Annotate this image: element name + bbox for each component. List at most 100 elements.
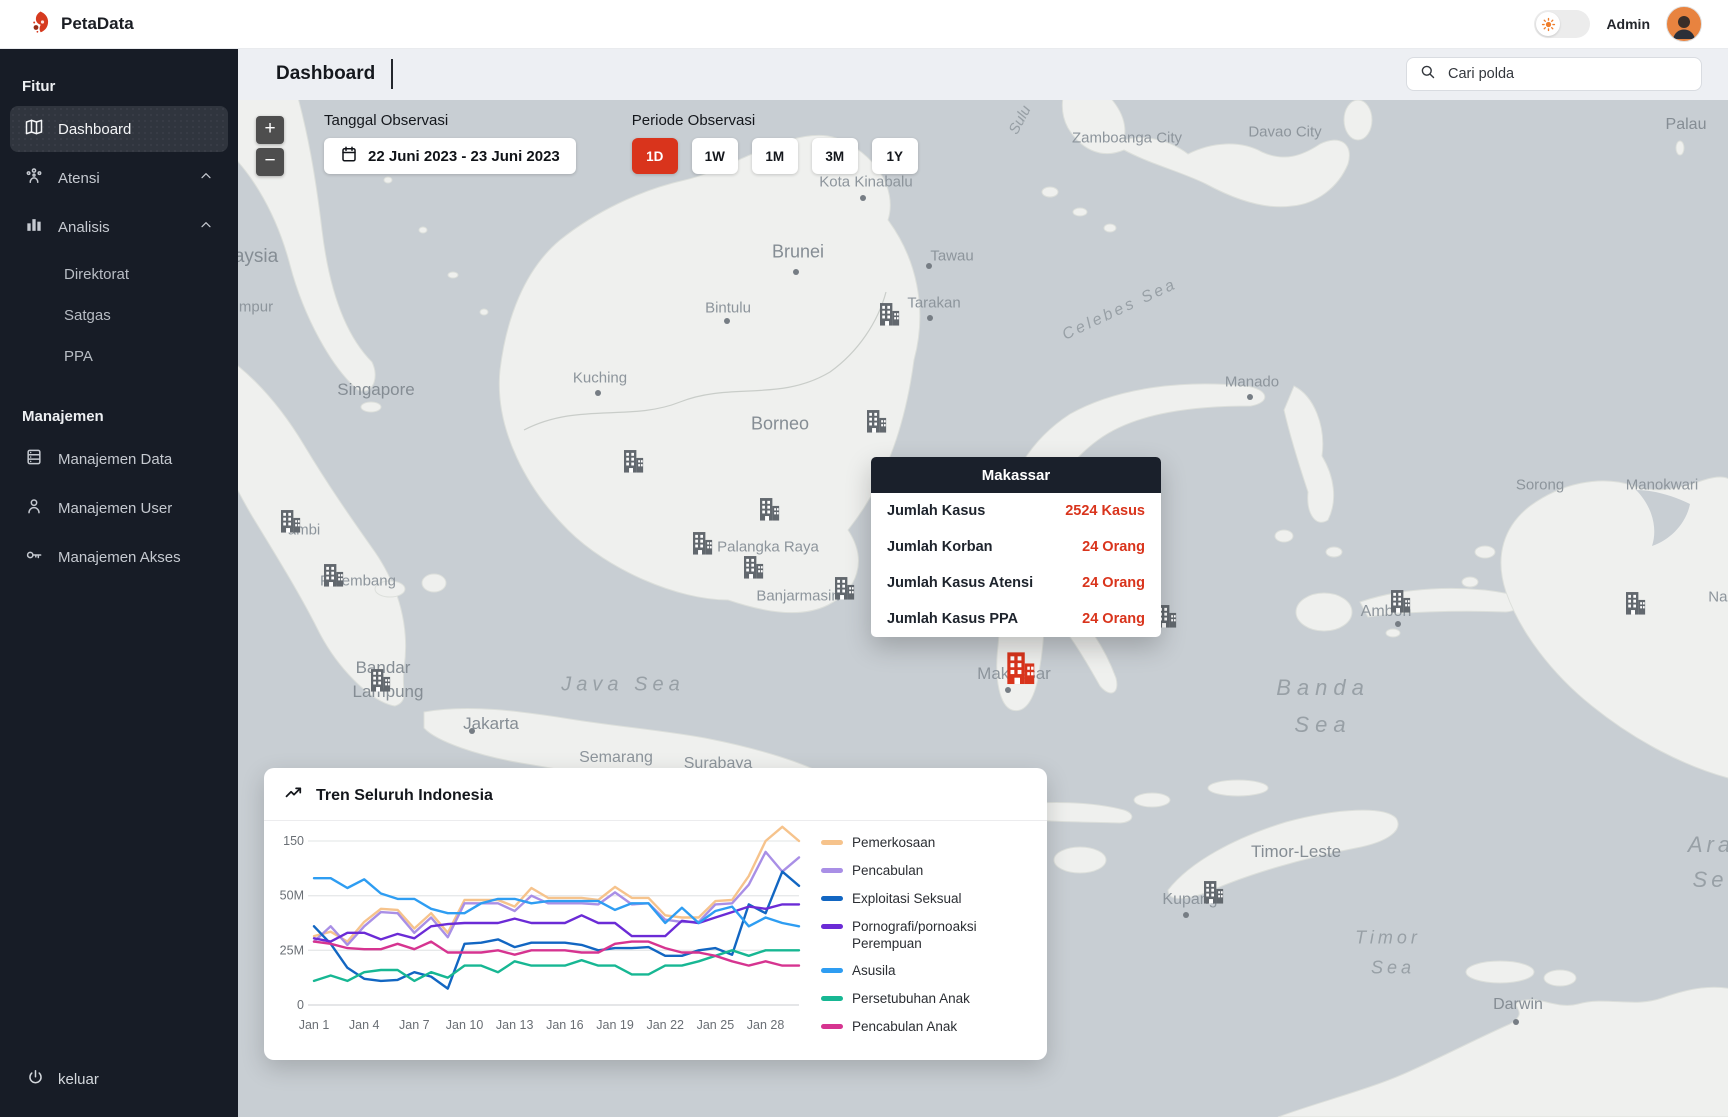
map-label-araf: Araf xyxy=(1688,832,1728,858)
map-label-timor: Timor xyxy=(1355,928,1421,949)
chevron-up-icon[interactable] xyxy=(198,217,214,237)
map-label-sea: Sea xyxy=(1294,712,1351,738)
user-name[interactable]: Admin xyxy=(1606,16,1650,32)
search-input[interactable] xyxy=(1446,65,1670,83)
sub-header: Dashboard xyxy=(238,48,1728,100)
map-label-kuching: Kuching xyxy=(573,370,627,387)
sidebar-item-dashboard[interactable]: Dashboard xyxy=(10,106,228,152)
map-city-dot xyxy=(595,390,601,396)
map-marker-building[interactable] xyxy=(277,508,304,540)
map-marker-building[interactable] xyxy=(689,530,716,562)
period-button-3m[interactable]: 3M xyxy=(812,138,858,174)
sidebar-item-label: Manajemen Akses xyxy=(58,549,181,566)
y-axis-tick: 0 xyxy=(297,998,304,1012)
map-marker-building[interactable] xyxy=(1387,588,1414,620)
legend-swatch xyxy=(821,924,843,929)
map-city-dot xyxy=(927,315,933,321)
legend-item-exploitasi-seksual: Exploitasi Seksual xyxy=(821,891,1021,908)
map-marker-building[interactable] xyxy=(320,562,347,594)
tooltip-row-value: 24 Orang xyxy=(1082,611,1145,627)
map-label-banda: Banda xyxy=(1276,675,1370,701)
logout-button[interactable]: keluar xyxy=(0,1054,238,1117)
map-marker-building[interactable] xyxy=(1200,879,1227,911)
tooltip-row-value: 2524 Kasus xyxy=(1065,503,1145,519)
date-range-value: 22 Juni 2023 - 23 Juni 2023 xyxy=(368,148,560,165)
x-axis-tick: Jan 10 xyxy=(446,1018,484,1032)
tooltip-row-label: Jumlah Korban xyxy=(887,539,993,555)
sidebar-item-atensi[interactable]: Atensi xyxy=(10,155,228,201)
map-label-mpur: mpur xyxy=(239,299,273,316)
sidebar-item-label: Dashboard xyxy=(58,121,131,138)
map-marker-building-red[interactable] xyxy=(1001,649,1039,692)
tooltip-row-label: Jumlah Kasus Atensi xyxy=(887,575,1033,591)
sidebar-nav-management: Manajemen Data Manajemen User Manajemen Ak… xyxy=(0,433,238,583)
map-marker-building[interactable] xyxy=(1622,590,1649,622)
search-icon xyxy=(1419,63,1436,85)
avatar[interactable] xyxy=(1666,6,1702,42)
key-icon xyxy=(24,545,44,569)
map-canvas[interactable]: SuluZamboanga CityDavao CityPalauKota Ki… xyxy=(238,100,1728,1117)
map-label-brunei: Brunei xyxy=(772,242,824,263)
date-range-picker[interactable]: 22 Juni 2023 - 23 Juni 2023 xyxy=(324,138,576,174)
x-axis-tick: Jan 7 xyxy=(399,1018,430,1032)
sidebar-item-manajemen-data[interactable]: Manajemen Data xyxy=(10,436,228,482)
zoom-in-button[interactable]: + xyxy=(256,116,284,144)
date-filter-label: Tanggal Observasi xyxy=(324,112,576,129)
sidebar-item-manajemen-user[interactable]: Manajemen User xyxy=(10,485,228,531)
tooltip-row-label: Jumlah Kasus PPA xyxy=(887,611,1018,627)
period-buttons: 1D 1W 1M 3M 1Y xyxy=(632,138,918,174)
map-marker-building[interactable] xyxy=(863,408,890,440)
period-button-1d[interactable]: 1D xyxy=(632,138,678,174)
x-axis-tick: Jan 19 xyxy=(596,1018,634,1032)
sidebar-subitem-ppa[interactable]: PPA xyxy=(10,337,228,376)
power-icon xyxy=(26,1068,45,1091)
map-label-sorong: Sorong xyxy=(1516,477,1564,494)
map-city-dot xyxy=(469,728,475,734)
map-marker-building[interactable] xyxy=(367,667,394,699)
map-label-palau: Palau xyxy=(1666,116,1707,134)
x-axis-tick: Jan 16 xyxy=(546,1018,584,1032)
sidebar-item-analisis[interactable]: Analisis xyxy=(10,204,228,250)
x-axis-tick: Jan 28 xyxy=(747,1018,785,1032)
map-label-banjarmasin: Banjarmasin xyxy=(756,588,839,605)
map-label-manado: Manado xyxy=(1225,374,1279,391)
map-label-java-sea: Java Sea xyxy=(561,674,684,697)
map-city-dot xyxy=(926,263,932,269)
y-axis-tick: 25M xyxy=(280,943,304,957)
legend-item-persetubuhan-anak: Persetubuhan Anak xyxy=(821,991,1021,1008)
period-button-1m[interactable]: 1M xyxy=(752,138,798,174)
map-marker-building[interactable] xyxy=(831,575,858,607)
sidebar-subitem-satgas[interactable]: Satgas xyxy=(10,296,228,335)
sidebar-item-label: Manajemen User xyxy=(58,500,172,517)
user-icon xyxy=(24,496,44,520)
chart-legend: PemerkosaanPencabulanExploitasi SeksualP… xyxy=(819,821,1031,1047)
sidebar-subitem-direktorat[interactable]: Direktorat xyxy=(10,255,228,294)
period-button-1y[interactable]: 1Y xyxy=(872,138,918,174)
map-zoom-controls: + − xyxy=(256,116,284,176)
trend-chart-card: Tren Seluruh Indonesia 15050M25M0Jan 1Ja… xyxy=(264,768,1047,1060)
x-axis-tick: Jan 4 xyxy=(349,1018,380,1032)
map-marker-building[interactable] xyxy=(620,448,647,480)
sun-icon xyxy=(1536,12,1560,36)
sidebar-section-manajemen: Manajemen xyxy=(22,408,216,425)
tooltip-row-label: Jumlah Kasus xyxy=(887,503,985,519)
theme-toggle[interactable] xyxy=(1534,10,1590,38)
map-marker-building[interactable] xyxy=(740,554,767,586)
zoom-out-button[interactable]: − xyxy=(256,148,284,176)
chevron-up-icon[interactable] xyxy=(198,168,214,188)
map-marker-building[interactable] xyxy=(756,496,783,528)
series-line-asusila xyxy=(314,878,799,926)
trending-up-icon xyxy=(284,783,304,808)
map-label-borneo: Borneo xyxy=(751,414,809,435)
map-marker-building[interactable] xyxy=(876,301,903,333)
sidebar-nav-sub: DirektoratSatgasPPA xyxy=(0,253,238,378)
map-city-dot xyxy=(793,269,799,275)
legend-swatch xyxy=(821,968,843,973)
sidebar-item-manajemen-akses[interactable]: Manajemen Akses xyxy=(10,534,228,580)
period-button-1w[interactable]: 1W xyxy=(692,138,738,174)
search-box[interactable] xyxy=(1406,57,1702,91)
app-logo[interactable]: PetaData xyxy=(28,10,134,39)
legend-item-pencabulan: Pencabulan xyxy=(821,863,1021,880)
sidebar-nav-main: Dashboard AtensiAnalisis xyxy=(0,103,238,253)
calendar-icon xyxy=(340,145,358,167)
